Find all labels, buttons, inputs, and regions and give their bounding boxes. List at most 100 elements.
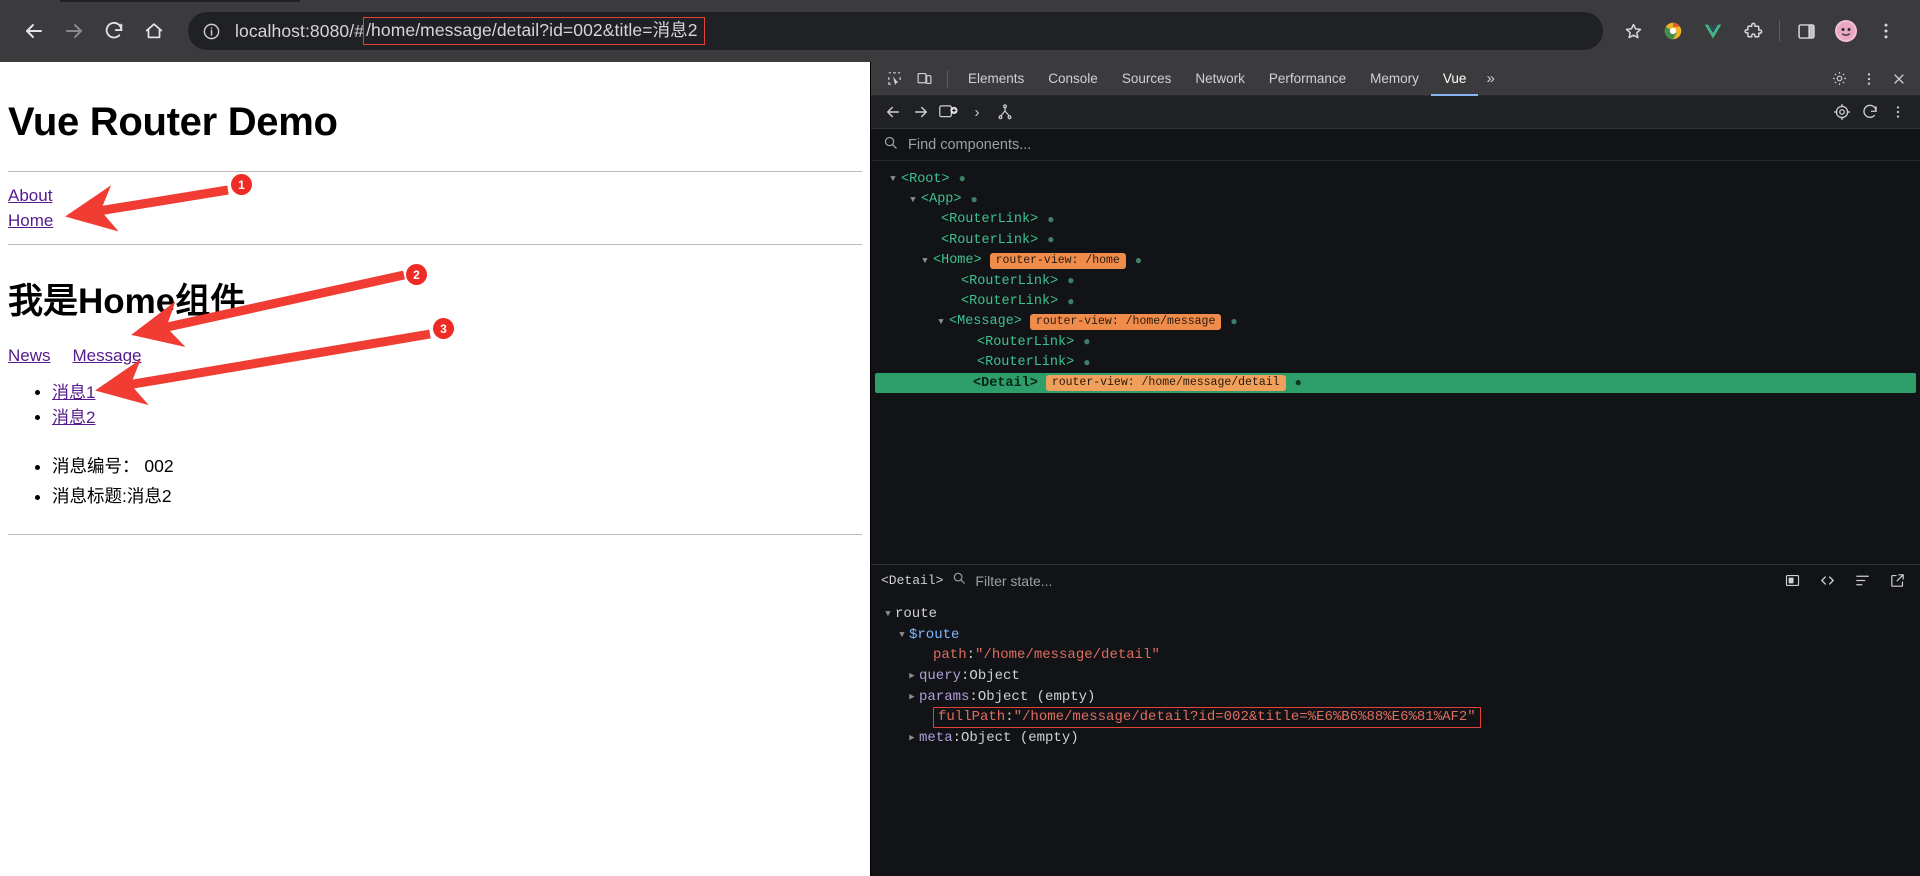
chevron-down-icon[interactable]: ▼ [935,317,947,327]
devtools-close-icon[interactable] [1886,66,1912,92]
router-view-badge: router-view: /home/message [1029,313,1222,330]
component-name: <RouterLink> [941,212,1039,228]
chrome-menu-icon[interactable] [1866,11,1906,51]
component-name: <Message> [949,314,1022,330]
component-search-bar[interactable]: Find components... [871,129,1920,161]
tree-node-app[interactable]: ▼ <App> ● [871,189,1920,209]
open-in-new-tab-icon[interactable] [1884,568,1910,594]
tab-label: Vue [1442,71,1467,86]
selected-component-label: <Detail> [881,573,944,588]
filter-state-input[interactable]: Filter state... [975,573,1052,589]
bookmark-star-icon[interactable] [1613,11,1653,51]
state-row-params[interactable]: ▶ params: Object (empty) [871,686,1920,707]
vertical-dots-icon[interactable] [1884,98,1912,126]
message-link-2[interactable]: 消息2 [52,408,95,427]
component-name: <RouterLink> [941,232,1039,248]
tree-node-message[interactable]: ▼ <Message> router-view: /home/message ● [871,312,1920,332]
reload-icon [103,20,125,42]
annotation-badge-3: 3 [433,318,454,339]
tab-sources[interactable]: Sources [1110,62,1184,96]
tree-node-routerlink-5[interactable]: ▼ <RouterLink> ● [871,332,1920,352]
annotation-badge-2: 2 [406,264,427,285]
state-row-meta[interactable]: ▶ meta: Object (empty) [871,728,1920,749]
render-dot-icon: ● [1067,294,1075,309]
tree-node-routerlink-3[interactable]: ▼ <RouterLink> ● [871,271,1920,291]
devtools-panel: Elements Console Sources Network Perform… [870,62,1920,876]
component-tree[interactable]: ▼ <Root> ● ▼ <App> ● ▼ <RouterLink> ● ▼ … [871,161,1920,564]
vue-devtools-icon[interactable] [1693,11,1733,51]
state-row-query[interactable]: ▶ query: Object [871,666,1920,687]
tree-node-home[interactable]: ▼ <Home> router-view: /home ● [871,251,1920,271]
extensions-puzzle-icon[interactable] [1733,11,1773,51]
address-bar[interactable]: localhost:8080/#/home/message/detail?id=… [188,12,1603,50]
nav-link-home[interactable]: Home [8,209,862,234]
tree-node-detail[interactable]: ▼ <Detail> router-view: /home/message/de… [875,372,1916,394]
message-link-1[interactable]: 消息1 [52,383,95,402]
vue-devtools-subbar: › [871,96,1920,129]
render-dot-icon: ● [1134,253,1143,268]
back-button[interactable] [14,11,54,51]
open-in-editor-icon[interactable] [1779,568,1805,594]
chevron-down-icon[interactable]: ▼ [881,609,895,619]
inspect-element-icon[interactable] [881,66,907,92]
tab-memory[interactable]: Memory [1358,62,1431,96]
settings-gear-icon[interactable] [1826,66,1852,92]
tab-console[interactable]: Console [1036,62,1110,96]
tab-vue[interactable]: Vue [1431,62,1479,96]
devtools-more-icon[interactable] [1856,66,1882,92]
device-toolbar-icon[interactable] [911,66,937,92]
component-tree-icon[interactable] [991,98,1019,126]
component-name: <Root> [901,171,950,187]
info-circle-icon[interactable] [202,22,221,41]
collapse-all-icon[interactable] [1849,568,1875,594]
chevron-right-icon[interactable]: ▶ [905,692,919,702]
tree-node-root[interactable]: ▼ <Root> ● [871,169,1920,189]
crosshair-icon[interactable] [1828,98,1856,126]
home-button[interactable] [134,11,174,51]
browser-chrome: localhost:8080/#/home/message/detail?id=… [0,0,1920,62]
tree-node-routerlink-4[interactable]: ▼ <RouterLink> ● [871,291,1920,311]
url-text[interactable]: localhost:8080/#/home/message/detail?id=… [235,16,705,46]
nav-link-news[interactable]: News [8,346,51,366]
profile-avatar-icon[interactable] [1826,11,1866,51]
state-row-fullpath[interactable]: ▶ fullPath: "/home/message/detail?id=002… [871,706,1920,728]
nav-link-about[interactable]: About [8,184,862,209]
devtools-tabbar: Elements Console Sources Network Perform… [871,62,1920,96]
state-value: "/home/message/detail?id=002&title=%E6%B… [1013,708,1476,725]
state-inspector[interactable]: ▼ route ▼ $route ▶ path: "/home/message/… [871,596,1920,876]
state-key: query [919,668,962,685]
chevron-right-icon[interactable]: ▶ [905,671,919,681]
tab-elements[interactable]: Elements [956,62,1036,96]
state-separator: : [952,729,962,746]
chevron-right-icon[interactable]: ▶ [905,733,919,743]
chevron-down-icon[interactable]: ▼ [895,630,909,640]
side-panel-icon[interactable] [1786,11,1826,51]
forward-button[interactable] [54,11,94,51]
tab-network[interactable]: Network [1183,62,1257,96]
fullpath-highlight-box: fullPath: "/home/message/detail?id=002&t… [933,706,1481,728]
tabs-overflow-button[interactable]: » [1478,70,1502,87]
arrow-left-icon[interactable] [879,98,907,126]
refresh-icon[interactable] [1856,98,1884,126]
tree-node-routerlink-2[interactable]: ▼ <RouterLink> ● [871,230,1920,250]
state-separator: : [969,688,978,705]
state-row-path[interactable]: ▶ path: "/home/message/detail" [871,645,1920,666]
select-component-icon[interactable] [935,98,963,126]
chevron-down-icon[interactable]: ▼ [907,195,919,205]
arrow-right-icon[interactable] [907,98,935,126]
tree-node-routerlink-1[interactable]: ▼ <RouterLink> ● [871,210,1920,230]
reload-button[interactable] [94,11,134,51]
render-dot-icon: ● [1083,355,1091,370]
component-name: <RouterLink> [961,273,1059,289]
tab-performance[interactable]: Performance [1257,62,1358,96]
state-group-route[interactable]: ▼ route [871,604,1920,625]
tree-node-routerlink-6[interactable]: ▼ <RouterLink> ● [871,353,1920,373]
code-brackets-icon[interactable] [1814,568,1840,594]
chevron-down-icon[interactable]: ▼ [887,174,899,184]
chevron-down-icon[interactable]: ▼ [919,256,931,266]
search-input[interactable]: Find components... [908,137,1031,153]
extension-color-icon[interactable] [1653,11,1693,51]
render-dot-icon: ● [1067,274,1075,289]
nav-link-message[interactable]: Message [73,346,142,366]
state-row-route-root[interactable]: ▼ $route [871,625,1920,646]
